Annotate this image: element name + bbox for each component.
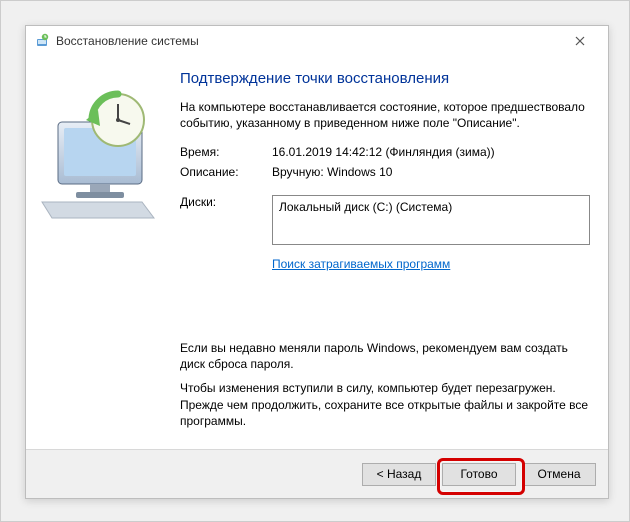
scan-affected-programs-link[interactable]: Поиск затрагиваемых программ <box>272 257 450 271</box>
time-row: Время: 16.01.2019 14:42:12 (Финляндия (з… <box>180 145 590 159</box>
system-restore-window: Восстановление системы <box>25 25 609 499</box>
illustration-column <box>40 68 180 437</box>
scan-link-row: Поиск затрагиваемых программ <box>272 257 590 271</box>
content-area: Подтверждение точки восстановления На ко… <box>26 56 608 449</box>
note-restart: Чтобы изменения вступили в силу, компьют… <box>180 380 590 429</box>
time-label: Время: <box>180 145 272 159</box>
cancel-button[interactable]: Отмена <box>522 463 596 486</box>
disks-listbox[interactable]: Локальный диск (C:) (Система) <box>272 195 590 245</box>
back-button[interactable]: < Назад <box>362 463 436 486</box>
disks-row: Диски: Локальный диск (C:) (Система) <box>180 195 590 245</box>
window-title: Восстановление системы <box>56 34 560 48</box>
close-button[interactable] <box>560 27 600 55</box>
finish-button[interactable]: Готово <box>442 463 516 486</box>
description-label: Описание: <box>180 165 272 179</box>
app-icon <box>34 33 50 49</box>
intro-text: На компьютере восстанавливается состояни… <box>180 99 590 131</box>
description-row: Описание: Вручную: Windows 10 <box>180 165 590 179</box>
details-column: Подтверждение точки восстановления На ко… <box>180 68 590 437</box>
disks-label: Диски: <box>180 195 272 209</box>
footer-bar: < Назад Готово Отмена <box>26 449 608 498</box>
note-password: Если вы недавно меняли пароль Windows, р… <box>180 340 590 372</box>
titlebar: Восстановление системы <box>26 26 608 56</box>
description-value: Вручную: Windows 10 <box>272 165 590 179</box>
notes-block: Если вы недавно меняли пароль Windows, р… <box>180 340 590 437</box>
time-value: 16.01.2019 14:42:12 (Финляндия (зима)) <box>272 145 590 159</box>
disks-item: Локальный диск (C:) (Система) <box>279 200 583 214</box>
restore-illustration <box>40 84 160 204</box>
page-heading: Подтверждение точки восстановления <box>180 70 590 87</box>
